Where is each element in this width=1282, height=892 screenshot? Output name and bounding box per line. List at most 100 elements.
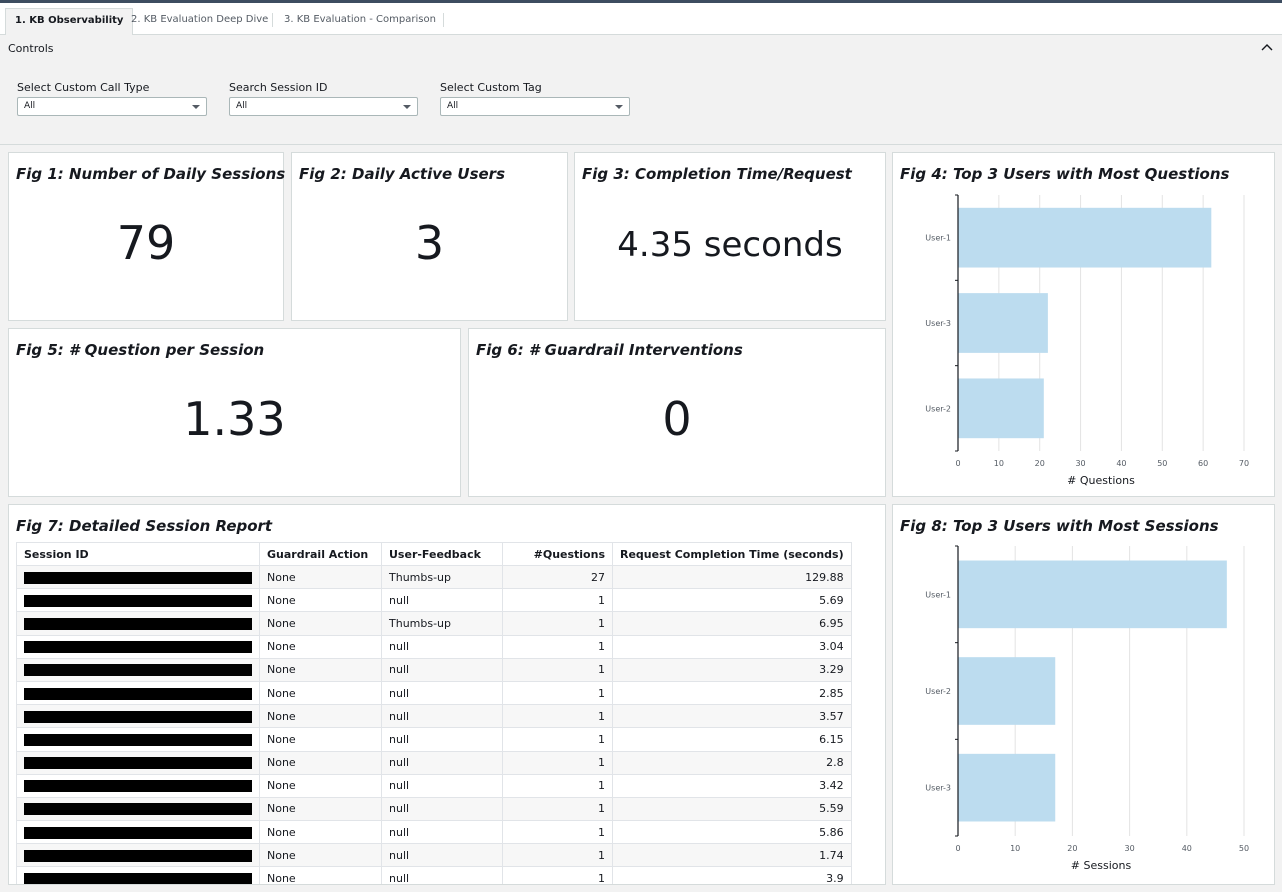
column-header-guardrail-action[interactable]: Guardrail Action bbox=[259, 542, 382, 566]
guardrail-action-cell: None bbox=[259, 657, 382, 682]
x-tick-label: 0 bbox=[955, 459, 960, 468]
bar-user-1[interactable] bbox=[958, 560, 1227, 629]
user-feedback-cell: null bbox=[381, 727, 503, 752]
fig2-card[interactable]: Fig 2: Daily Active Users 3 bbox=[291, 152, 568, 321]
select-value: All bbox=[447, 101, 459, 111]
table-row[interactable]: None null 1 3.29 bbox=[16, 657, 852, 682]
x-axis-title: # Questions bbox=[1067, 474, 1135, 487]
session-id-select[interactable]: All bbox=[229, 97, 418, 116]
guardrail-action-cell: None bbox=[259, 564, 382, 590]
tab-kb-observability[interactable]: 1. KB Observability bbox=[5, 8, 134, 35]
table-row[interactable]: None null 1 5.59 bbox=[16, 796, 852, 822]
completion-time-cell: 3.57 bbox=[612, 704, 852, 729]
fig6-title: Fig 6: # Guardrail Interventions bbox=[476, 341, 743, 359]
filter-label-custom-tag: Select Custom Tag bbox=[440, 81, 542, 94]
user-feedback-cell: null bbox=[381, 773, 503, 798]
guardrail-action-cell: None bbox=[259, 820, 382, 845]
custom-tag-select[interactable]: All bbox=[440, 97, 630, 116]
column-header-completion-time[interactable]: Request Completion Time (seconds) bbox=[612, 542, 852, 566]
session-id-cell bbox=[16, 704, 260, 729]
tab-kb-evaluation-comparison[interactable]: 3. KB Evaluation - Comparison bbox=[275, 8, 445, 35]
user-feedback-cell: null bbox=[381, 820, 503, 845]
session-id-cell bbox=[16, 564, 260, 590]
y-tick-label: User-3 bbox=[925, 784, 951, 793]
redacted-session-id bbox=[24, 803, 252, 816]
session-id-cell bbox=[16, 820, 260, 845]
guardrail-action-cell: None bbox=[259, 727, 382, 752]
redacted-session-id bbox=[24, 873, 252, 884]
guardrail-action-cell: None bbox=[259, 588, 382, 613]
questions-cell: 1 bbox=[502, 657, 613, 682]
questions-cell: 1 bbox=[502, 704, 613, 729]
fig3-card[interactable]: Fig 3: Completion Time/Request 4.35 seco… bbox=[574, 152, 886, 321]
fig6-card[interactable]: Fig 6: # Guardrail Interventions 0 bbox=[468, 328, 886, 497]
completion-time-cell: 129.88 bbox=[612, 564, 852, 590]
redacted-session-id bbox=[24, 594, 252, 607]
fig5-title: Fig 5: # Question per Session bbox=[16, 341, 265, 359]
table-row[interactable]: None Thumbs-up 1 6.95 bbox=[16, 611, 852, 636]
table-row[interactable]: None null 1 3.57 bbox=[16, 704, 852, 729]
call-type-select[interactable]: All bbox=[17, 97, 207, 116]
table-row[interactable]: None null 1 5.69 bbox=[16, 588, 852, 613]
completion-time-cell: 6.15 bbox=[612, 727, 852, 752]
caret-down-icon bbox=[403, 105, 411, 109]
fig1-title: Fig 1: Number of Daily Sessions bbox=[16, 165, 286, 183]
x-tick-label: 30 bbox=[1125, 844, 1135, 853]
questions-cell: 1 bbox=[502, 727, 613, 752]
fig3-value: 4.35 seconds bbox=[617, 225, 843, 265]
completion-time-cell: 5.69 bbox=[612, 588, 852, 613]
column-header-user-feedback[interactable]: User-Feedback bbox=[381, 542, 503, 566]
guardrail-action-cell: None bbox=[259, 680, 382, 706]
completion-time-cell: 3.42 bbox=[612, 773, 852, 798]
fig8-card[interactable]: Fig 8: Top 3 Users with Most Sessions 01… bbox=[892, 504, 1275, 885]
session-id-cell bbox=[16, 796, 260, 822]
guardrail-action-cell: None bbox=[259, 796, 382, 822]
guardrail-action-cell: None bbox=[259, 750, 382, 775]
bar-user-1[interactable] bbox=[958, 207, 1212, 268]
table-row[interactable]: None null 1 3.04 bbox=[16, 634, 852, 659]
table-row[interactable]: None null 1 5.86 bbox=[16, 820, 852, 845]
user-feedback-cell: null bbox=[381, 634, 503, 659]
table-row[interactable]: None Thumbs-up 27 129.88 bbox=[16, 564, 852, 590]
fig7-card[interactable]: Fig 7: Detailed Session Report Session I… bbox=[8, 504, 886, 885]
redacted-session-id bbox=[24, 641, 252, 654]
questions-cell: 1 bbox=[502, 866, 613, 884]
bar-user-2[interactable] bbox=[958, 657, 1056, 725]
fig1-card[interactable]: Fig 1: Number of Daily Sessions 79 bbox=[8, 152, 286, 321]
session-id-cell bbox=[16, 588, 260, 613]
table-row[interactable]: None null 1 3.9 bbox=[16, 866, 852, 884]
y-tick-label: User-3 bbox=[925, 319, 951, 328]
fig3-title: Fig 3: Completion Time/Request bbox=[582, 165, 852, 183]
guardrail-action-cell: None bbox=[259, 704, 382, 729]
table-row[interactable]: None null 1 3.42 bbox=[16, 773, 852, 798]
redacted-session-id bbox=[24, 571, 252, 584]
fig6-value: 0 bbox=[662, 392, 692, 446]
redacted-session-id bbox=[24, 664, 252, 677]
table-row[interactable]: None null 1 2.85 bbox=[16, 680, 852, 706]
session-id-cell bbox=[16, 680, 260, 706]
chevron-up-icon[interactable] bbox=[1260, 41, 1274, 55]
completion-time-cell: 3.04 bbox=[612, 634, 852, 659]
table-row[interactable]: None null 1 6.15 bbox=[16, 727, 852, 752]
questions-cell: 1 bbox=[502, 680, 613, 706]
fig4-card[interactable]: Fig 4: Top 3 Users with Most Questions 0… bbox=[892, 152, 1275, 497]
select-value: All bbox=[236, 101, 248, 111]
questions-cell: 1 bbox=[502, 843, 613, 868]
tab-kb-evaluation-deep-dive[interactable]: 2. KB Evaluation Deep Dive bbox=[122, 8, 277, 35]
completion-time-cell: 5.59 bbox=[612, 796, 852, 822]
bar-user-3[interactable] bbox=[958, 293, 1048, 353]
filter-label-call-type: Select Custom Call Type bbox=[17, 81, 150, 94]
table-row[interactable]: None null 1 2.8 bbox=[16, 750, 852, 775]
user-feedback-cell: null bbox=[381, 750, 503, 775]
tab-divider bbox=[272, 13, 273, 27]
fig5-value: 1.33 bbox=[183, 392, 286, 446]
fig5-card[interactable]: Fig 5: # Question per Session 1.33 bbox=[8, 328, 461, 497]
bar-user-3[interactable] bbox=[958, 753, 1056, 822]
fig4-chart: 0 10 20 30 40 50 60 70 User-1 User-3 User-2 # Quest… bbox=[925, 194, 1249, 487]
table-row[interactable]: None null 1 1.74 bbox=[16, 843, 852, 868]
fig2-title: Fig 2: Daily Active Users bbox=[299, 165, 505, 183]
bar-user-2[interactable] bbox=[958, 378, 1044, 439]
column-header-session-id[interactable]: Session ID bbox=[16, 542, 260, 566]
column-header-questions[interactable]: #Questions bbox=[502, 542, 613, 566]
fig1-value: 79 bbox=[116, 216, 176, 270]
